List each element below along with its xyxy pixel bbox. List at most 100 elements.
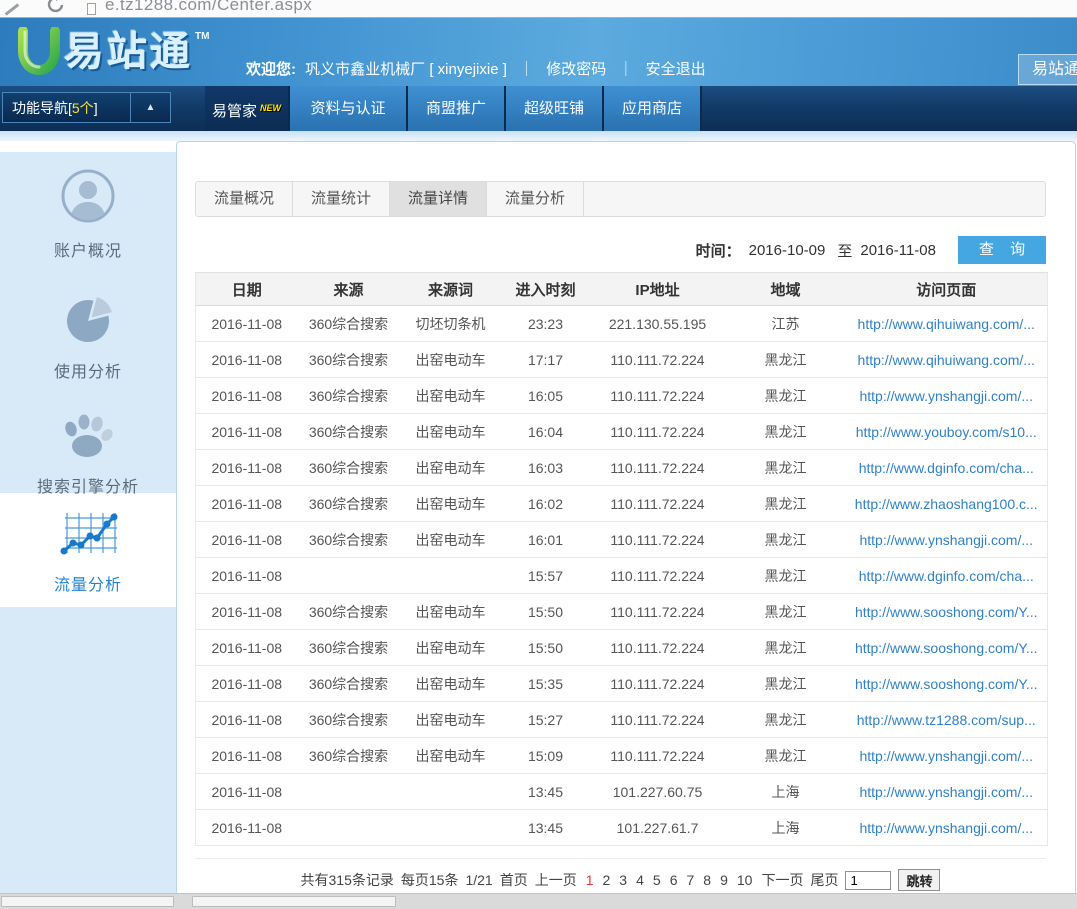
change-password-link[interactable]: 修改密码 xyxy=(546,61,606,78)
page-number-5[interactable]: 5 xyxy=(653,872,661,888)
visit-page-link[interactable]: http://www.ynshangji.com/... xyxy=(859,532,1033,548)
visit-page-link[interactable]: http://www.zhaoshang100.c... xyxy=(855,496,1038,512)
visit-page-link[interactable]: http://www.ynshangji.com/... xyxy=(859,784,1033,800)
visit-page-link[interactable]: http://www.dginfo.com/cha... xyxy=(859,460,1034,476)
nav-tabs: 易管家NEW 资料与认证 商盟推广 超级旺铺 应用商店 xyxy=(205,86,702,131)
cell-visit-page: http://www.qihuiwang.com/... xyxy=(846,306,1048,342)
visit-page-link[interactable]: http://www.dginfo.com/cha... xyxy=(859,568,1034,584)
cell-ip: 221.130.55.195 xyxy=(590,306,726,342)
page-number-9[interactable]: 9 xyxy=(720,872,728,888)
cell-date: 2016-11-08 xyxy=(196,738,298,774)
sidebar: 账户概况 使用分析 xyxy=(0,141,176,893)
cell-visit-page: http://www.sooshong.com/Y... xyxy=(846,630,1048,666)
cell-entry-time: 17:17 xyxy=(502,342,590,378)
date-filter-row: 时间： 2016-10-09 至 2016-11-08 查 询 xyxy=(195,236,1046,264)
cell-region: 上海 xyxy=(726,810,846,846)
traffic-table: 日期来源来源词进入时刻IP地址地域访问页面 2016-11-08360综合搜索切… xyxy=(195,272,1048,846)
cell-source: 360综合搜索 xyxy=(298,738,400,774)
table-row: 2016-11-0813:45101.227.60.75上海http://www… xyxy=(196,774,1048,810)
cell-date: 2016-11-08 xyxy=(196,378,298,414)
cell-source: 360综合搜索 xyxy=(298,450,400,486)
table-row: 2016-11-08360综合搜索出窑电动车15:50110.111.72.22… xyxy=(196,630,1048,666)
page-number-2[interactable]: 2 xyxy=(603,872,611,888)
page-number-3[interactable]: 3 xyxy=(619,872,627,888)
scrollbar-thumb[interactable] xyxy=(1,896,174,907)
cell-entry-time: 15:50 xyxy=(502,594,590,630)
sidebar-item-traffic-analysis[interactable]: 流量分析 xyxy=(0,493,176,595)
visit-page-link[interactable]: http://www.tz1288.com/sup... xyxy=(857,712,1036,728)
cell-date: 2016-11-08 xyxy=(196,522,298,558)
table-row: 2016-11-08360综合搜索出窑电动车15:35110.111.72.22… xyxy=(196,666,1048,702)
forward-arrow-icon[interactable] xyxy=(5,3,19,15)
visit-page-link[interactable]: http://www.ynshangji.com/... xyxy=(859,748,1033,764)
nav-tab-chaoji[interactable]: 超级旺铺 xyxy=(506,86,604,131)
collapse-arrow-icon[interactable]: ▲ xyxy=(130,93,170,122)
cell-ip: 101.227.60.75 xyxy=(590,774,726,810)
page-icon xyxy=(87,3,96,15)
cell-source: 360综合搜索 xyxy=(298,702,400,738)
visit-page-link[interactable]: http://www.sooshong.com/Y... xyxy=(855,676,1038,692)
tab-traffic-details[interactable]: 流量详情 xyxy=(390,182,487,216)
reload-icon[interactable] xyxy=(46,0,66,18)
cell-ip: 110.111.72.224 xyxy=(590,414,726,450)
cell-date: 2016-11-08 xyxy=(196,630,298,666)
cell-source: 360综合搜索 xyxy=(298,342,400,378)
nav-tab-yiguanjia[interactable]: 易管家NEW xyxy=(205,86,290,131)
next-page-link[interactable]: 下一页 xyxy=(761,870,803,890)
visit-page-link[interactable]: http://www.youboy.com/s10... xyxy=(856,424,1037,440)
cell-date: 2016-11-08 xyxy=(196,414,298,450)
date-from-field[interactable]: 2016-10-09 xyxy=(749,242,826,259)
tab-traffic-analysis[interactable]: 流量分析 xyxy=(487,182,584,216)
visit-page-link[interactable]: http://www.ynshangji.com/... xyxy=(859,820,1033,836)
yizhantong-corner-button[interactable]: 易站通 xyxy=(1018,54,1077,85)
tab-traffic-overview[interactable]: 流量概况 xyxy=(196,182,293,216)
cell-visit-page: http://www.dginfo.com/cha... xyxy=(846,558,1048,594)
prev-page-link[interactable]: 上一页 xyxy=(535,870,577,890)
sidebar-item-search-engine-analysis[interactable]: 搜索引擎分析 xyxy=(0,382,176,497)
sidebar-item-account-overview[interactable]: 账户概况 xyxy=(0,152,176,261)
nav-tab-yingyong[interactable]: 应用商店 xyxy=(604,86,702,131)
visit-page-link[interactable]: http://www.qihuiwang.com/... xyxy=(858,316,1035,332)
date-to-field[interactable]: 2016-11-08 xyxy=(860,242,936,259)
page-number-10[interactable]: 10 xyxy=(737,872,753,888)
cell-ip: 110.111.72.224 xyxy=(590,486,726,522)
visit-page-link[interactable]: http://www.sooshong.com/Y... xyxy=(855,604,1038,620)
page-number-8[interactable]: 8 xyxy=(703,872,711,888)
jump-page-input[interactable] xyxy=(845,871,891,890)
cell-date: 2016-11-08 xyxy=(196,594,298,630)
sidebar-item-usage-analysis[interactable]: 使用分析 xyxy=(0,261,176,382)
cell-entry-time: 15:27 xyxy=(502,702,590,738)
cell-keyword: 出窑电动车 xyxy=(400,486,502,522)
cell-date: 2016-11-08 xyxy=(196,342,298,378)
page-number-1[interactable]: 1 xyxy=(586,872,594,888)
nav-tab-shangmeng[interactable]: 商盟推广 xyxy=(408,86,506,131)
cell-region: 黑龙江 xyxy=(726,378,846,414)
cell-date: 2016-11-08 xyxy=(196,702,298,738)
visit-page-link[interactable]: http://www.sooshong.com/Y... xyxy=(855,640,1038,656)
horizontal-scrollbar[interactable] xyxy=(0,893,1077,909)
query-button[interactable]: 查 询 xyxy=(958,236,1046,264)
visit-page-link[interactable]: http://www.qihuiwang.com/... xyxy=(858,352,1035,368)
column-header-region: 地域 xyxy=(726,273,846,306)
welcome-bar: 欢迎您: 巩义市鑫业机械厂 [ xinyejixie ] ｜ 修改密码 ｜ 安全… xyxy=(246,58,706,79)
cell-visit-page: http://www.ynshangji.com/... xyxy=(846,774,1048,810)
page-number-7[interactable]: 7 xyxy=(686,872,694,888)
jump-button[interactable]: 跳转 xyxy=(898,869,940,891)
last-page-link[interactable]: 尾页 xyxy=(810,870,838,890)
first-page-link[interactable]: 首页 xyxy=(500,870,528,890)
cell-visit-page: http://www.sooshong.com/Y... xyxy=(846,666,1048,702)
address-url[interactable]: e.tz1288.com/Center.aspx xyxy=(105,0,312,15)
nav-tab-ziliao[interactable]: 资料与认证 xyxy=(290,86,408,131)
visit-page-link[interactable]: http://www.ynshangji.com/... xyxy=(859,388,1033,404)
page-number-4[interactable]: 4 xyxy=(636,872,644,888)
page-number-6[interactable]: 6 xyxy=(670,872,678,888)
cell-region: 黑龙江 xyxy=(726,450,846,486)
cell-entry-time: 23:23 xyxy=(502,306,590,342)
cell-ip: 110.111.72.224 xyxy=(590,558,726,594)
function-nav-dropdown[interactable]: 功能导航[5个] ▲ xyxy=(2,92,171,123)
tab-traffic-statistics[interactable]: 流量统计 xyxy=(293,182,390,216)
time-label: 时间： xyxy=(696,240,741,261)
logout-link[interactable]: 安全退出 xyxy=(646,61,706,78)
scrollbar-thumb[interactable] xyxy=(192,896,396,907)
record-count: 共有315条记录 xyxy=(301,870,394,890)
